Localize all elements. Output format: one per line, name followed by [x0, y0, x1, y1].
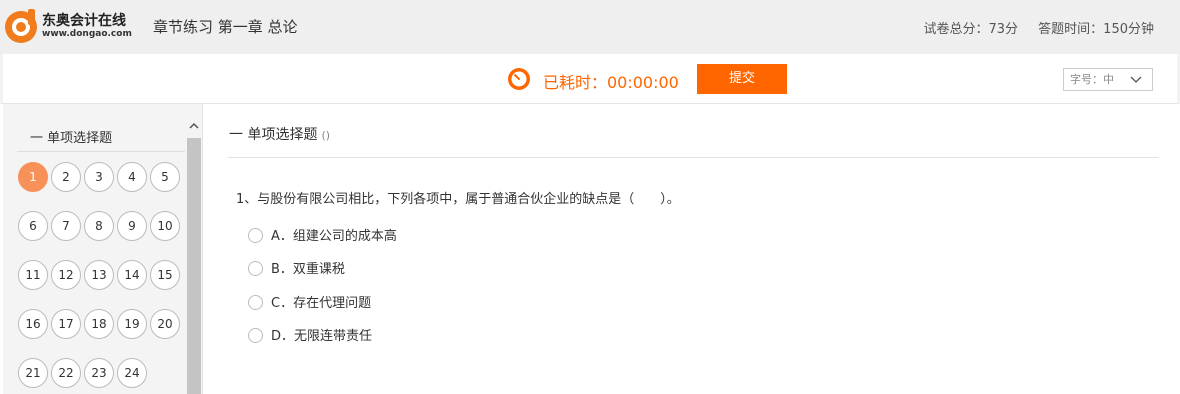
question-number-5[interactable]: 5 [150, 162, 180, 192]
sidebar-section-title: 一 单项选择题 [30, 131, 113, 146]
total-score: 试卷总分：73分 [923, 22, 1019, 37]
radio-button[interactable] [248, 328, 263, 343]
logo-text: 东奥会计在线 [42, 13, 126, 29]
option-label: C．存在代理问题 [271, 296, 372, 311]
question-number-15[interactable]: 15 [150, 260, 180, 290]
dongao-logo-icon [5, 9, 37, 43]
question-number-3[interactable]: 3 [84, 162, 114, 192]
logo[interactable]: 东奥会计在线 www.dongao.com [4, 6, 144, 46]
submit-button[interactable]: 提交 [697, 64, 787, 94]
question-number-24[interactable]: 24 [117, 358, 147, 388]
header: 东奥会计在线 www.dongao.com 章节练习 第一章 总论 试卷总分：7… [0, 0, 1180, 54]
question-number-14[interactable]: 14 [117, 260, 147, 290]
option-d[interactable]: D．无限连带责任 [248, 325, 372, 344]
radio-button[interactable] [248, 261, 263, 276]
question-number-6[interactable]: 6 [18, 211, 48, 241]
question-number-1[interactable]: 1 [18, 162, 48, 192]
question-number-4[interactable]: 4 [117, 162, 147, 192]
question-number-2[interactable]: 2 [51, 162, 81, 192]
question-number-19[interactable]: 19 [117, 309, 147, 339]
question-number-13[interactable]: 13 [84, 260, 114, 290]
question-number-10[interactable]: 10 [150, 211, 180, 241]
question-number-11[interactable]: 11 [18, 260, 48, 290]
elapsed-timer: 已耗时：00:00:00 [543, 73, 679, 92]
exam-meta: 试卷总分：73分 答题时间：150分钟 [923, 18, 1154, 37]
question-navigator: 一 单项选择题 1 2 3 4 5 6 7 8 9 10 11 12 13 14 15 16 17 18 19 20 2… [3, 104, 203, 394]
question-number-23[interactable]: 23 [84, 358, 114, 388]
scroll-thumb[interactable] [187, 138, 201, 394]
question-number-17[interactable]: 17 [51, 309, 81, 339]
logo-url: www.dongao.com [42, 29, 132, 39]
page-title: 章节练习 第一章 总论 [153, 18, 298, 36]
question-number-20[interactable]: 20 [150, 309, 180, 339]
question-number-9[interactable]: 9 [117, 211, 147, 241]
main-section-title: 一 单项选择题() [229, 124, 330, 144]
toolbar: 已耗时：00:00:00 提交 字号：中 [0, 54, 1180, 104]
stopwatch-icon [508, 68, 530, 90]
scroll-up-icon[interactable] [187, 118, 201, 134]
option-label: D．无限连带责任 [271, 329, 373, 344]
question-text: 1、与股份有限公司相比，下列各项中，属于普通合伙企业的缺点是（ ）。 [236, 192, 680, 207]
question-number-7[interactable]: 7 [51, 211, 81, 241]
divider [228, 157, 1159, 158]
option-label: A．组建公司的成本高 [271, 229, 397, 244]
time-limit: 答题时间：150分钟 [1038, 22, 1154, 37]
divider [17, 151, 185, 152]
font-size-select[interactable]: 字号：中 [1063, 68, 1153, 91]
radio-button[interactable] [248, 295, 263, 310]
option-c[interactable]: C．存在代理问题 [248, 292, 371, 311]
option-b[interactable]: B．双重课税 [248, 258, 345, 277]
chevron-down-icon [1130, 69, 1142, 97]
option-label: B．双重课税 [271, 262, 345, 277]
question-number-22[interactable]: 22 [51, 358, 81, 388]
section-note: () [321, 129, 331, 142]
sidebar-scrollbar[interactable] [187, 116, 201, 394]
question-number-18[interactable]: 18 [84, 309, 114, 339]
question-number-8[interactable]: 8 [84, 211, 114, 241]
option-a[interactable]: A．组建公司的成本高 [248, 225, 397, 244]
radio-button[interactable] [248, 228, 263, 243]
question-number-21[interactable]: 21 [18, 358, 48, 388]
question-number-12[interactable]: 12 [51, 260, 81, 290]
section-title-text: 一 单项选择题 [229, 127, 318, 143]
question-number-16[interactable]: 16 [18, 309, 48, 339]
font-size-label: 字号：中 [1070, 73, 1114, 86]
